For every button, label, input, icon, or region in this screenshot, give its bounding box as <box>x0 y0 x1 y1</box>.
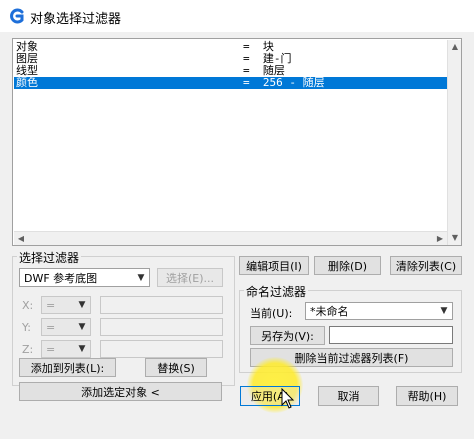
object-type-combo[interactable]: DWF 参考底图 ▼ <box>19 268 150 287</box>
list-item[interactable]: 图层 = 建-门 <box>14 53 447 65</box>
cancel-button[interactable]: 取消 <box>318 386 379 406</box>
edit-item-button[interactable]: 编辑项目(I) <box>239 256 309 275</box>
current-filter-value: *未命名 <box>310 305 349 318</box>
y-label: Y: <box>22 321 31 334</box>
z-value-field[interactable] <box>100 340 223 358</box>
select-button[interactable]: 选择(E)... <box>157 268 223 287</box>
x-value-field[interactable] <box>100 296 223 314</box>
chevron-down-icon: ▼ <box>78 300 86 310</box>
list-item-selected[interactable]: 颜色 = 256 - 随层 <box>14 77 447 89</box>
add-selected-object-button[interactable]: 添加选定对象 < <box>19 382 222 401</box>
add-to-list-button[interactable]: 添加到列表(L): <box>19 358 116 377</box>
object-type-value: DWF 参考底图 <box>24 271 98 285</box>
horizontal-scrollbar[interactable]: ◀ ▶ <box>14 231 447 245</box>
chevron-down-icon: ▼ <box>440 306 448 316</box>
scroll-right-icon[interactable]: ▶ <box>433 232 447 246</box>
filter-listbox[interactable]: 对象 = 块 图层 = 建-门 线型 = 随层 颜色 = 256 - 随层 ◀ … <box>12 38 462 246</box>
current-filter-combo[interactable]: *未命名 ▼ <box>305 302 453 320</box>
scroll-down-icon[interactable]: ▼ <box>448 231 462 245</box>
scroll-left-icon[interactable]: ◀ <box>14 232 28 246</box>
clear-list-button[interactable]: 清除列表(C) <box>390 256 462 275</box>
list-item[interactable]: 对象 = 块 <box>14 41 447 53</box>
x-operator-value: = <box>46 298 56 312</box>
list-item[interactable]: 线型 = 随层 <box>14 65 447 77</box>
save-as-button[interactable]: 另存为(V): <box>250 326 325 345</box>
list-item-value: = 256 - 随层 <box>243 76 325 89</box>
current-filter-label: 当前(U): <box>250 307 293 320</box>
chevron-down-icon: ▼ <box>78 322 86 332</box>
z-operator-combo[interactable]: = ▼ <box>41 340 91 358</box>
app-logo-icon <box>10 8 24 24</box>
chevron-down-icon: ▼ <box>78 344 86 354</box>
y-operator-value: = <box>46 320 56 334</box>
y-operator-combo[interactable]: = ▼ <box>41 318 91 336</box>
vertical-scrollbar[interactable]: ▲ ▼ <box>447 40 461 245</box>
delete-button[interactable]: 删除(D) <box>314 256 381 275</box>
chevron-down-icon: ▼ <box>137 272 145 283</box>
z-operator-value: = <box>46 342 56 356</box>
list-item-key: 颜色 <box>16 76 38 89</box>
x-operator-combo[interactable]: = ▼ <box>41 296 91 314</box>
save-as-name-field[interactable] <box>329 326 453 344</box>
z-label: Z: <box>22 343 34 356</box>
scroll-up-icon[interactable]: ▲ <box>448 40 462 54</box>
x-label: X: <box>22 299 34 312</box>
mouse-cursor-icon <box>281 388 295 409</box>
window-title: 对象选择过滤器 <box>30 12 122 27</box>
named-filters-group-label: 命名过滤器 <box>244 283 309 300</box>
y-value-field[interactable] <box>100 318 223 336</box>
title-bar: 对象选择过滤器 <box>0 0 474 32</box>
replace-button[interactable]: 替换(S) <box>145 358 207 377</box>
select-filter-group-label: 选择过滤器 <box>17 249 82 266</box>
help-button[interactable]: 帮助(H) <box>396 386 458 406</box>
